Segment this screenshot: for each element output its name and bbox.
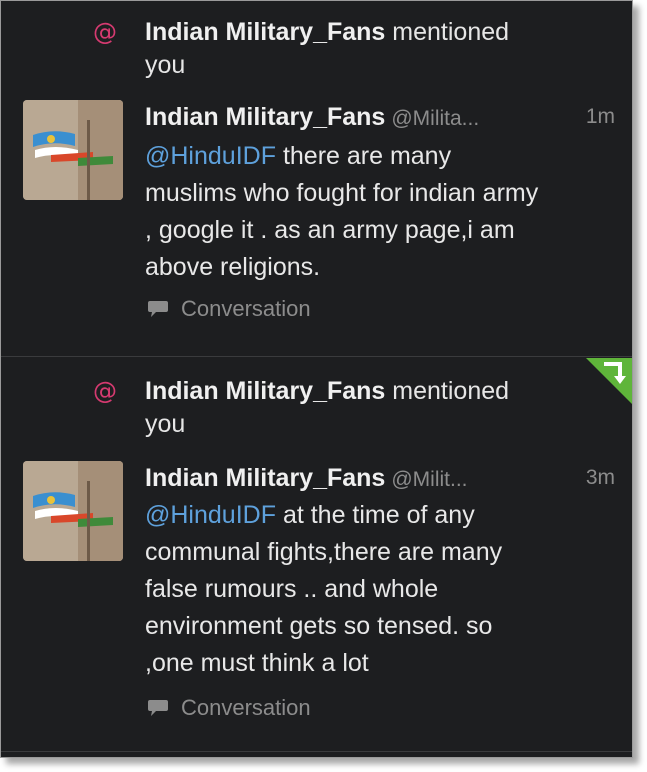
- conversation-link[interactable]: Conversation: [147, 693, 311, 723]
- conversation-label: Conversation: [181, 695, 311, 720]
- tweet-text: @HinduIDF at the time of any communal fi…: [145, 497, 595, 682]
- notification-item[interactable]: @ Indian Military_Fans mentioned you Ind…: [1, 1, 632, 356]
- speech-bubble-icon: [148, 700, 168, 716]
- tweet-text: @HinduIDF there are many muslims who fou…: [145, 138, 595, 286]
- at-icon: @: [93, 377, 117, 405]
- at-icon: @: [93, 18, 117, 46]
- author-name[interactable]: Indian Military_Fans: [145, 103, 385, 131]
- mention-link[interactable]: @HinduIDF: [145, 142, 276, 170]
- mention-verb: mentioned: [392, 377, 510, 405]
- mention-verb: mentioned: [392, 18, 510, 46]
- text-line: at the time of any: [282, 501, 475, 529]
- flag-avatar-image: [23, 461, 123, 561]
- text-line: there are many: [282, 142, 452, 170]
- tweet-timestamp[interactable]: 1m: [586, 100, 615, 134]
- avatar[interactable]: [23, 100, 123, 200]
- speech-bubble-icon: [148, 301, 168, 317]
- conversation-label: Conversation: [181, 296, 311, 321]
- text-line: muslims who fought for indian army: [145, 179, 539, 207]
- notifications-panel: @ Indian Military_Fans mentioned you Ind…: [0, 0, 633, 758]
- flag-avatar-image: [23, 100, 123, 200]
- tweet-header: Indian Military_Fans @Milita... 1m: [145, 100, 615, 134]
- author-handle[interactable]: @Milit...: [391, 468, 467, 491]
- text-line: , google it . as an army page,i am: [145, 216, 515, 244]
- conversation-link[interactable]: Conversation: [147, 294, 311, 324]
- author-name[interactable]: Indian Military_Fans: [145, 464, 385, 492]
- mention-header: Indian Military_Fans mentioned you: [145, 375, 615, 441]
- avatar[interactable]: [23, 461, 123, 561]
- notification-item[interactable]: @ Indian Military_Fans mentioned you Ind…: [1, 358, 632, 750]
- divider: [1, 356, 632, 357]
- mention-object: you: [145, 51, 186, 79]
- text-line: environment gets so tensed. so: [145, 612, 493, 640]
- divider: [1, 751, 632, 752]
- mention-header: Indian Military_Fans mentioned you: [145, 16, 615, 82]
- mention-object: you: [145, 410, 186, 438]
- author-handle[interactable]: @Milita...: [391, 107, 479, 130]
- mention-link[interactable]: @HinduIDF: [145, 501, 276, 529]
- tweet-timestamp[interactable]: 3m: [586, 461, 615, 495]
- text-line: false rumours .. and whole: [145, 575, 439, 603]
- text-line: communal fights,there are many: [145, 538, 503, 566]
- mentioner-name[interactable]: Indian Military_Fans: [145, 377, 385, 405]
- tweet-header: Indian Military_Fans @Milit... 3m: [145, 461, 615, 495]
- text-line: above religions.: [145, 253, 321, 281]
- mentioner-name[interactable]: Indian Military_Fans: [145, 18, 385, 46]
- text-line: ,one must think a lot: [145, 649, 369, 677]
